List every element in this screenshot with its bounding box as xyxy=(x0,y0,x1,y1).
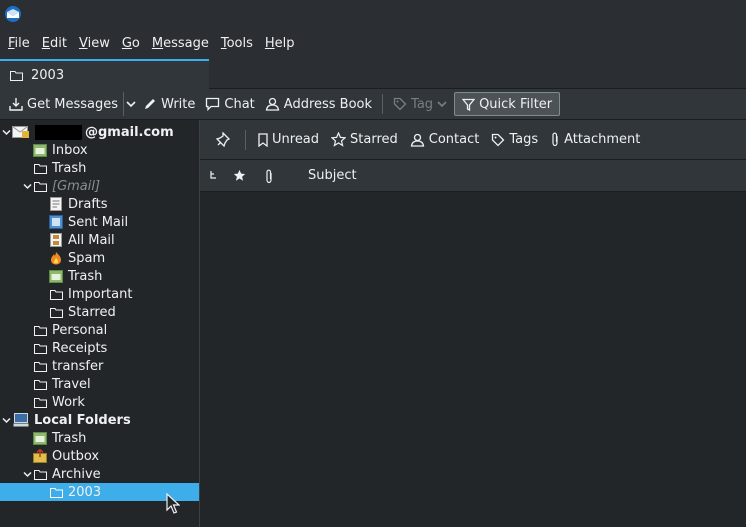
chat-button[interactable]: Chat xyxy=(200,92,259,116)
menu-view[interactable]: View xyxy=(73,30,116,58)
filter-icon xyxy=(462,98,476,111)
mouse-cursor-icon xyxy=(166,493,180,515)
star-column-icon[interactable] xyxy=(233,169,246,182)
folder-receipts[interactable]: Receipts xyxy=(0,339,199,357)
menu-file[interactable]: File xyxy=(2,30,36,58)
starred-filter-button[interactable]: Starred xyxy=(325,127,404,153)
folder-icon xyxy=(33,395,47,409)
folder-pane: @gmail.com Inbox Trash [Gmail] Drafts Se… xyxy=(0,120,199,527)
folder-icon xyxy=(33,341,47,355)
contact-filter-button[interactable]: Contact xyxy=(404,127,486,153)
quick-filter-button[interactable]: Quick Filter xyxy=(454,92,561,116)
tag-icon xyxy=(491,133,505,147)
menu-tools[interactable]: Tools xyxy=(215,30,259,58)
contact-icon xyxy=(410,133,425,147)
folder-icon xyxy=(10,70,23,81)
chevron-down-icon[interactable] xyxy=(0,123,12,141)
menu-message[interactable]: Message xyxy=(146,30,215,58)
tab-label: 2003 xyxy=(31,67,65,83)
mail-account-icon xyxy=(12,125,30,139)
folder-gmail-trash[interactable]: Trash xyxy=(0,267,199,285)
attachment-column-icon[interactable] xyxy=(264,169,274,184)
chevron-down-icon[interactable] xyxy=(0,411,12,429)
folder-gmail[interactable]: [Gmail] xyxy=(0,177,199,195)
chat-bubble-icon xyxy=(205,97,220,111)
folder-icon xyxy=(33,377,47,391)
drafts-icon xyxy=(49,197,63,211)
computer-icon xyxy=(12,413,29,427)
folder-icon xyxy=(33,179,47,193)
thunderbird-logo-icon xyxy=(4,5,22,23)
toolbar-separator xyxy=(382,94,384,114)
folder-spam[interactable]: Spam xyxy=(0,249,199,267)
folder-personal[interactable]: Personal xyxy=(0,321,199,339)
folder-work[interactable]: Work xyxy=(0,393,199,411)
menu-go[interactable]: Go xyxy=(116,30,146,58)
subject-column-header[interactable]: Subject xyxy=(308,168,357,183)
bookmark-icon xyxy=(258,132,268,147)
filter-separator xyxy=(245,129,246,150)
trash-icon xyxy=(33,431,47,445)
folder-icon xyxy=(49,485,63,499)
chevron-down-icon xyxy=(437,100,447,108)
outbox-icon xyxy=(33,449,47,463)
address-book-button[interactable]: Address Book xyxy=(260,92,377,116)
title-bar xyxy=(0,0,746,30)
folder-local-folders[interactable]: Local Folders xyxy=(0,411,199,429)
folder-travel[interactable]: Travel xyxy=(0,375,199,393)
folder-icon xyxy=(33,359,47,373)
folder-important[interactable]: Important xyxy=(0,285,199,303)
folder-drafts[interactable]: Drafts xyxy=(0,195,199,213)
message-list-header: Subject xyxy=(200,160,746,192)
sent-mail-icon xyxy=(49,215,63,229)
tab-2003[interactable]: 2003 xyxy=(0,59,209,89)
tag-button[interactable]: Tag xyxy=(388,92,452,116)
contact-icon xyxy=(265,97,280,111)
thread-column-icon[interactable] xyxy=(210,169,218,183)
trash-icon xyxy=(49,269,63,283)
pin-icon xyxy=(216,132,231,147)
chevron-down-icon[interactable] xyxy=(21,465,33,483)
menu-bar: File Edit View Go Message Tools Help xyxy=(0,30,746,58)
folder-icon xyxy=(33,323,47,337)
pencil-icon xyxy=(143,97,157,111)
tag-icon xyxy=(393,97,407,111)
folder-icon xyxy=(49,305,63,319)
download-icon xyxy=(9,97,23,111)
quick-filter-bar: Unread Starred Contact Tags Attachment xyxy=(200,120,746,160)
inbox-icon xyxy=(33,143,47,157)
flame-icon xyxy=(49,251,63,265)
folder-local-trash[interactable]: Trash xyxy=(0,429,199,447)
folder-outbox[interactable]: Outbox xyxy=(0,447,199,465)
tags-filter-button[interactable]: Tags xyxy=(485,127,544,153)
menu-help[interactable]: Help xyxy=(259,30,301,58)
redacted-username xyxy=(35,124,82,140)
folder-transfer[interactable]: transfer xyxy=(0,357,199,375)
message-list[interactable] xyxy=(200,192,746,527)
folder-icon xyxy=(33,467,47,481)
folder-all-mail[interactable]: All Mail xyxy=(0,231,199,249)
write-button[interactable]: Write xyxy=(138,92,200,116)
menu-edit[interactable]: Edit xyxy=(36,30,73,58)
folder-icon xyxy=(49,287,63,301)
sticky-filter-button[interactable] xyxy=(210,127,237,153)
star-icon xyxy=(331,132,347,147)
folder-account[interactable]: @gmail.com xyxy=(0,123,199,141)
archive-box-icon xyxy=(49,233,63,247)
chevron-down-icon[interactable] xyxy=(21,177,33,195)
folder-archive[interactable]: Archive xyxy=(0,465,199,483)
attachment-filter-button[interactable]: Attachment xyxy=(544,127,646,153)
unread-filter-button[interactable]: Unread xyxy=(252,127,325,153)
folder-icon xyxy=(33,161,47,175)
folder-starred[interactable]: Starred xyxy=(0,303,199,321)
folder-inbox[interactable]: Inbox xyxy=(0,141,199,159)
folder-trash[interactable]: Trash xyxy=(0,159,199,177)
get-messages-button[interactable]: Get Messages xyxy=(4,92,123,116)
chevron-down-icon xyxy=(126,100,136,108)
get-messages-dropdown[interactable] xyxy=(123,92,138,116)
tab-bar: 2003 xyxy=(0,58,746,89)
paperclip-icon xyxy=(550,132,560,147)
folder-sent-mail[interactable]: Sent Mail xyxy=(0,213,199,231)
main-toolbar: Get Messages Write Chat Address Book Tag xyxy=(0,89,746,120)
